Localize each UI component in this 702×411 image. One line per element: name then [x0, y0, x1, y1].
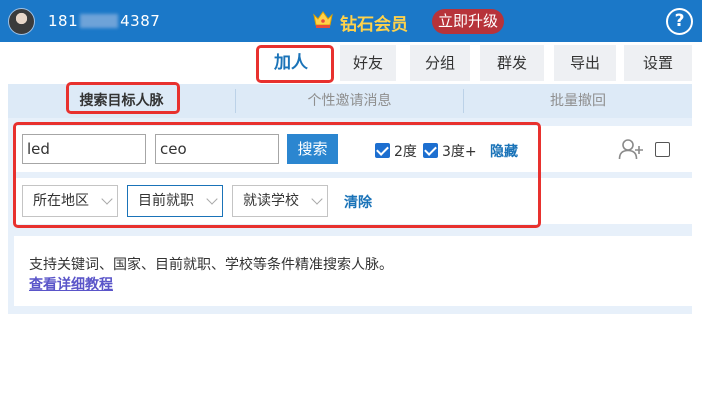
top-bar: 181 4387 钻石会员 立即升级 ? — [0, 0, 702, 42]
nav-friends[interactable]: 好友 — [340, 45, 396, 81]
search-panel: led ceo 搜索 2度 3度+ 隐藏 所在地区 目前就职 就读学校 清除 支… — [8, 118, 692, 314]
phone-mask — [80, 14, 119, 28]
tip-text: 支持关键词、国家、目前就职、学校等条件精准搜索人脉。 — [29, 257, 393, 273]
add-person-icon[interactable] — [618, 137, 644, 161]
degree2-label: 2度 — [394, 144, 417, 160]
region-dropdown[interactable]: 所在地区 — [22, 185, 118, 217]
degree2-checkbox[interactable] — [375, 143, 390, 158]
tab-bulk-withdraw[interactable]: 批量撤回 — [464, 84, 692, 118]
nav-export[interactable]: 导出 — [554, 45, 616, 81]
chevron-down-icon — [206, 193, 218, 205]
search-button[interactable]: 搜索 — [287, 134, 338, 164]
current-job-dropdown-label: 目前就职 — [138, 193, 194, 209]
search-row: led ceo 搜索 2度 3度+ 隐藏 — [14, 126, 692, 172]
clear-link[interactable]: 清除 — [344, 192, 372, 212]
region-dropdown-label: 所在地区 — [33, 193, 89, 209]
title-input[interactable]: ceo — [155, 134, 279, 164]
school-dropdown-label: 就读学校 — [243, 193, 299, 209]
chevron-down-icon — [101, 193, 113, 205]
vip-label: 钻石会员 — [340, 15, 408, 35]
info-box: 支持关键词、国家、目前就职、学校等条件精准搜索人脉。 查看详细教程 — [14, 236, 692, 306]
school-dropdown[interactable]: 就读学校 — [232, 185, 328, 217]
upgrade-button[interactable]: 立即升级 — [432, 9, 504, 34]
avatar[interactable] — [8, 8, 35, 35]
tutorial-link[interactable]: 查看详细教程 — [29, 274, 113, 294]
tab-invite-message[interactable]: 个性邀请消息 — [236, 84, 463, 118]
select-all-checkbox[interactable] — [655, 142, 670, 157]
phone-suffix: 4387 — [120, 12, 161, 30]
help-icon[interactable]: ? — [666, 8, 693, 35]
tab-search-contacts[interactable]: 搜索目标人脉 — [8, 84, 235, 118]
degree3-label: 3度+ — [442, 144, 477, 160]
filter-row: 所在地区 目前就职 就读学校 清除 — [14, 178, 692, 224]
nav-settings[interactable]: 设置 — [624, 45, 692, 81]
nav-bulk-message[interactable]: 群发 — [480, 45, 544, 81]
hide-link[interactable]: 隐藏 — [490, 141, 518, 161]
nav-groups[interactable]: 分组 — [410, 45, 470, 81]
crown-icon — [313, 11, 333, 28]
chevron-down-icon — [311, 193, 323, 205]
account-phone: 181 4387 — [48, 12, 160, 30]
degree3-checkbox[interactable] — [423, 143, 438, 158]
nav-add-people[interactable]: 加人 — [263, 45, 319, 81]
current-job-dropdown[interactable]: 目前就职 — [127, 185, 223, 217]
keyword-input[interactable]: led — [22, 134, 146, 164]
sub-tab-bar: 搜索目标人脉 个性邀请消息 批量撤回 — [8, 84, 692, 118]
phone-prefix: 181 — [48, 12, 79, 30]
